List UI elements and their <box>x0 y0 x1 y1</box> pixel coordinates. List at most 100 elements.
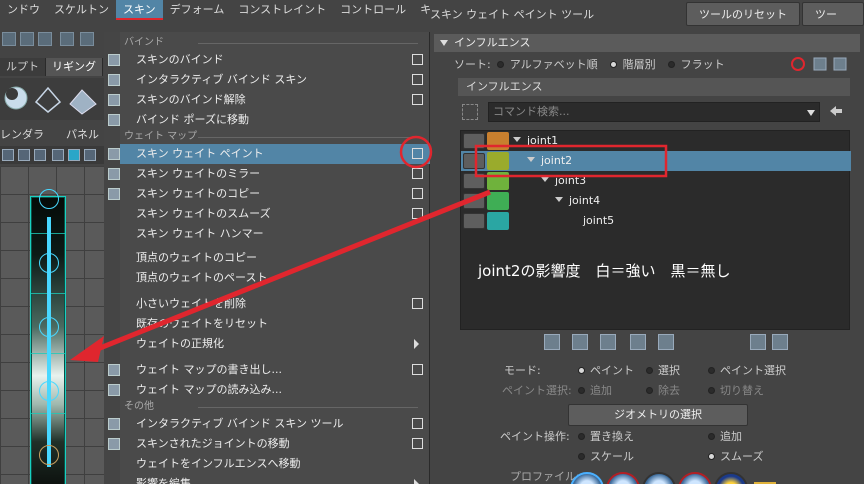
menu-window[interactable]: ンドウ <box>0 0 47 20</box>
paint-select-radio-add[interactable] <box>578 387 585 394</box>
menu-item-move-skinned-joints[interactable]: スキンされたジョイントの移動 <box>108 434 430 454</box>
influence-row-joint5[interactable]: joint5 <box>461 211 851 231</box>
tool-help-button[interactable]: ツール ヘル <box>802 2 864 69</box>
menu-constraint[interactable]: コンストレイント <box>231 0 333 20</box>
lasso-tool-icon[interactable] <box>20 32 34 46</box>
viewport-menu-panels[interactable]: パネル <box>66 126 99 144</box>
lock-icon[interactable] <box>463 153 485 169</box>
brush-profile-image[interactable] <box>714 472 748 484</box>
menu-item-paint-skin-weights[interactable]: スキン ウェイト ペイント <box>108 144 430 164</box>
sort-radio-flat[interactable] <box>667 60 675 68</box>
menu-item-import-weight-maps[interactable]: ウェイト マップの読み込み... <box>108 380 430 400</box>
menu-skeleton[interactable]: スケルトン <box>47 0 116 20</box>
paint-select-radio-toggle[interactable] <box>708 387 715 394</box>
menu-item-move-weights-to-influences[interactable]: ウェイトをインフルエンスへ移動 <box>120 454 430 474</box>
brush-profile-solid[interactable] <box>642 472 676 484</box>
menu-item-edit-influences[interactable]: 影響を編集 <box>120 474 430 484</box>
texture-icon[interactable] <box>18 149 30 161</box>
menu-item-interactive-bind-tool[interactable]: インタラクティブ バインド スキン ツール <box>108 414 430 434</box>
lock-icon[interactable] <box>463 213 485 229</box>
joint2-gizmo[interactable] <box>39 253 59 273</box>
sort-radio-hierarchy[interactable] <box>609 60 617 68</box>
menu-item-go-to-bind-pose[interactable]: バインド ポーズに移動 <box>108 110 430 130</box>
influence-search-field[interactable]: コマンド検索... <box>488 102 820 122</box>
paint-weights-option-box-icon[interactable] <box>412 148 423 159</box>
search-dropdown-icon[interactable] <box>807 110 815 116</box>
menu-item-prune-small-weights[interactable]: 小さいウェイトを削除 <box>120 294 430 314</box>
expand-arrow-icon[interactable] <box>527 157 535 162</box>
option-box-icon[interactable] <box>412 74 423 85</box>
paint-op-radio-smooth[interactable] <box>708 453 715 460</box>
influence-row-joint3[interactable]: joint3 <box>461 171 851 191</box>
lock-icon[interactable] <box>463 173 485 189</box>
sort-radio-alphabetical[interactable] <box>496 60 504 68</box>
skinned-cylinder-mesh[interactable] <box>30 189 66 484</box>
expand-arrow-icon[interactable] <box>513 137 521 142</box>
arrow-left-icon[interactable] <box>830 106 842 116</box>
option-box-icon[interactable] <box>412 418 423 429</box>
menu-item-paste-vertex-weights[interactable]: 頂点のウェイトのペースト <box>120 268 430 288</box>
reset-tool-button[interactable]: ツールのリセット <box>686 2 800 26</box>
mode-radio-paint-select[interactable] <box>708 367 715 374</box>
option-box-icon[interactable] <box>412 364 423 375</box>
brush-profile-square[interactable] <box>678 472 712 484</box>
brush-profile-soft[interactable] <box>606 472 640 484</box>
eyedropper-icon[interactable] <box>600 334 616 350</box>
snap-curve-icon[interactable] <box>80 32 94 46</box>
lighting-icon[interactable] <box>34 149 46 161</box>
menu-deform[interactable]: デフォーム <box>163 0 232 20</box>
influence-row-joint4[interactable]: joint4 <box>461 191 851 211</box>
isolate-cube-icon[interactable] <box>68 149 80 161</box>
option-box-icon[interactable] <box>412 188 423 199</box>
option-box-icon[interactable] <box>412 208 423 219</box>
viewport-menu-renderer[interactable]: レンダラ <box>0 126 44 144</box>
influence-row-joint2[interactable]: joint2 <box>461 151 851 171</box>
select-joint-icon[interactable] <box>658 334 674 350</box>
menu-skin[interactable]: スキン <box>116 0 163 20</box>
copy-weights-tool-icon[interactable] <box>544 334 560 350</box>
paste-weights-tool-icon[interactable] <box>572 334 588 350</box>
joint3-gizmo[interactable] <box>39 317 59 337</box>
joint4-gizmo[interactable] <box>39 381 59 401</box>
menu-item-weight-hammer[interactable]: スキン ウェイト ハンマー <box>120 224 430 244</box>
paint-op-radio-scale[interactable] <box>578 453 585 460</box>
influence-row-joint1[interactable]: joint1 <box>461 131 851 151</box>
menu-item-bind-skin[interactable]: スキンのバインド <box>108 50 430 70</box>
3d-viewport[interactable] <box>0 166 104 484</box>
snap-grid-icon[interactable] <box>60 32 74 46</box>
select-tool-icon[interactable] <box>2 32 16 46</box>
menu-item-smooth-skin-weights[interactable]: スキン ウェイトのスムーズ <box>120 204 430 224</box>
paint-select-icon[interactable] <box>38 32 52 46</box>
add-influence-icon[interactable] <box>750 334 766 350</box>
menu-item-reset-weights[interactable]: 既存のウェイトをリセット <box>120 314 430 334</box>
menu-item-unbind-skin[interactable]: スキンのバインド解除 <box>108 90 430 110</box>
option-box-icon[interactable] <box>412 298 423 309</box>
xray-icon[interactable] <box>84 149 96 161</box>
option-box-icon[interactable] <box>412 54 423 65</box>
filter-icon[interactable] <box>462 104 478 120</box>
option-box-icon[interactable] <box>412 438 423 449</box>
remove-influence-icon[interactable] <box>772 334 788 350</box>
lock-icon[interactable] <box>463 133 485 149</box>
select-verts-icon[interactable] <box>630 334 646 350</box>
wireframe-icon[interactable] <box>2 149 14 161</box>
mode-radio-paint[interactable] <box>578 367 585 374</box>
expand-arrow-icon[interactable] <box>541 177 549 182</box>
mode-radio-select[interactable] <box>646 367 653 374</box>
paint-op-radio-add[interactable] <box>708 433 715 440</box>
menu-item-copy-vertex-weights[interactable]: 頂点のウェイトのコピー <box>120 248 430 268</box>
menu-item-normalize-weights[interactable]: ウェイトの正規化 <box>120 334 430 354</box>
option-box-icon[interactable] <box>412 94 423 105</box>
expand-arrow-icon[interactable] <box>555 197 563 202</box>
shelf-tab-rigging[interactable]: リギング <box>46 58 103 76</box>
paint-op-radio-replace[interactable] <box>578 433 585 440</box>
joint1-gizmo[interactable] <box>39 189 59 209</box>
shelf-tab-script[interactable]: ルプト <box>0 58 46 76</box>
menu-item-mirror-skin-weights[interactable]: スキン ウェイトのミラー <box>108 164 430 184</box>
paint-select-radio-remove[interactable] <box>646 387 653 394</box>
select-geometry-button[interactable]: ジオメトリの選択 <box>568 404 748 426</box>
lock-icon[interactable] <box>463 193 485 209</box>
shaded-cube-icon[interactable] <box>52 149 64 161</box>
joint5-gizmo[interactable] <box>39 445 59 465</box>
option-box-icon[interactable] <box>412 168 423 179</box>
